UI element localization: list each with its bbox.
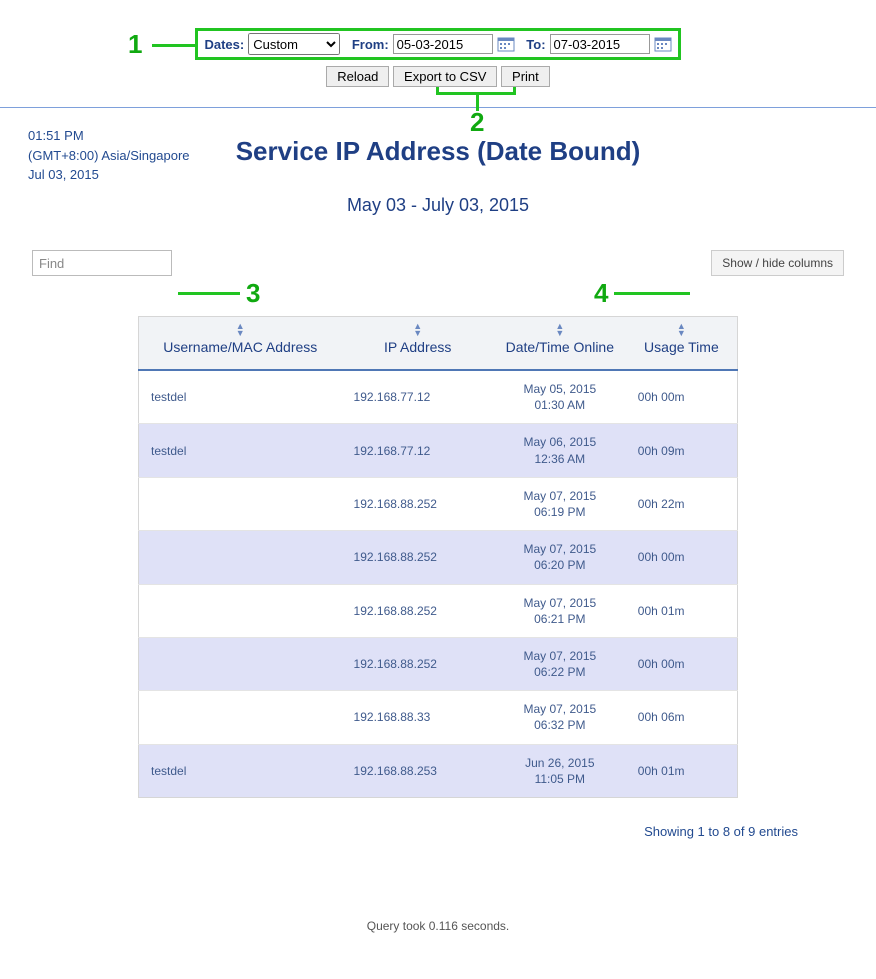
table-row: 192.168.88.252May 07, 201506:22 PM00h 00…: [139, 637, 738, 690]
meta-timezone: (GMT+8:00) Asia/Singapore: [28, 146, 190, 166]
cell-username: [139, 531, 342, 584]
print-button[interactable]: Print: [501, 66, 550, 87]
cell-usage: 00h 22m: [626, 477, 738, 530]
cell-datetime: May 07, 201506:19 PM: [494, 477, 626, 530]
date-filter-row: Dates: Custom From: To:: [195, 28, 680, 60]
query-time: Query took 0.116 seconds.: [0, 919, 876, 951]
cell-ip: 192.168.88.33: [342, 691, 494, 744]
table-row: 192.168.88.252May 07, 201506:21 PM00h 01…: [139, 584, 738, 637]
action-button-row: Reload Export to CSV Print: [0, 66, 876, 87]
cell-username: [139, 637, 342, 690]
table-tools-row: Show / hide columns: [0, 250, 876, 286]
cell-ip: 192.168.88.252: [342, 477, 494, 530]
cell-datetime: May 07, 201506:20 PM: [494, 531, 626, 584]
meta-time: 01:51 PM: [28, 126, 190, 146]
cell-usage: 00h 00m: [626, 637, 738, 690]
cell-usage: 00h 06m: [626, 691, 738, 744]
filter-bar: Dates: Custom From: To: Reload Export to…: [0, 0, 876, 95]
cell-username: [139, 477, 342, 530]
col-header-username[interactable]: ▲▼Username/MAC Address: [139, 317, 342, 371]
col-header-ip[interactable]: ▲▼IP Address: [342, 317, 494, 371]
sort-icon: ▲▼: [555, 323, 564, 337]
cell-username: [139, 584, 342, 637]
cell-usage: 00h 09m: [626, 424, 738, 477]
cell-datetime: May 07, 201506:32 PM: [494, 691, 626, 744]
callout-2-line: [476, 95, 479, 111]
meta-date: Jul 03, 2015: [28, 165, 190, 185]
find-input[interactable]: [32, 250, 172, 276]
sort-icon: ▲▼: [413, 323, 422, 337]
table-row: testdel192.168.77.12May 06, 201512:36 AM…: [139, 424, 738, 477]
cell-ip: 192.168.88.252: [342, 584, 494, 637]
callout-3-line: [178, 292, 240, 295]
table-row: 192.168.88.252May 07, 201506:19 PM00h 22…: [139, 477, 738, 530]
cell-ip: 192.168.88.253: [342, 744, 494, 797]
from-date-input[interactable]: [393, 34, 493, 54]
cell-username: testdel: [139, 424, 342, 477]
table-row: testdel192.168.88.253Jun 26, 201511:05 P…: [139, 744, 738, 797]
entries-info: Showing 1 to 8 of 9 entries: [0, 798, 876, 839]
calendar-icon[interactable]: [654, 35, 672, 53]
col-header-usage[interactable]: ▲▼Usage Time: [626, 317, 738, 371]
divider: [0, 107, 876, 108]
from-label: From:: [352, 37, 389, 52]
cell-datetime: May 07, 201506:22 PM: [494, 637, 626, 690]
cell-datetime: Jun 26, 201511:05 PM: [494, 744, 626, 797]
cell-usage: 00h 01m: [626, 744, 738, 797]
timestamp-meta: 01:51 PM (GMT+8:00) Asia/Singapore Jul 0…: [28, 126, 190, 185]
sort-icon: ▲▼: [236, 323, 245, 337]
cell-usage: 00h 00m: [626, 531, 738, 584]
reload-button[interactable]: Reload: [326, 66, 389, 87]
show-hide-columns-button[interactable]: Show / hide columns: [711, 250, 844, 276]
cell-username: [139, 691, 342, 744]
dates-label: Dates:: [204, 37, 244, 52]
cell-usage: 00h 01m: [626, 584, 738, 637]
export-csv-button[interactable]: Export to CSV: [393, 66, 497, 87]
cell-ip: 192.168.77.12: [342, 370, 494, 424]
cell-username: testdel: [139, 744, 342, 797]
cell-datetime: May 06, 201512:36 AM: [494, 424, 626, 477]
col-header-datetime[interactable]: ▲▼Date/Time Online: [494, 317, 626, 371]
table-row: testdel192.168.77.12May 05, 201501:30 AM…: [139, 370, 738, 424]
cell-ip: 192.168.77.12: [342, 424, 494, 477]
callout-2: 2: [470, 107, 484, 138]
cell-username: testdel: [139, 370, 342, 424]
table-row: 192.168.88.33May 07, 201506:32 PM00h 06m: [139, 691, 738, 744]
to-label: To:: [526, 37, 545, 52]
results-table: ▲▼Username/MAC Address ▲▼IP Address ▲▼Da…: [138, 316, 738, 798]
cell-datetime: May 07, 201506:21 PM: [494, 584, 626, 637]
cell-ip: 192.168.88.252: [342, 531, 494, 584]
callout-4-line: [614, 292, 690, 295]
cell-usage: 00h 00m: [626, 370, 738, 424]
table-row: 192.168.88.252May 07, 201506:20 PM00h 00…: [139, 531, 738, 584]
calendar-icon[interactable]: [497, 35, 515, 53]
to-date-input[interactable]: [550, 34, 650, 54]
cell-datetime: May 05, 201501:30 AM: [494, 370, 626, 424]
sort-icon: ▲▼: [677, 323, 686, 337]
dates-select[interactable]: Custom: [248, 33, 340, 55]
date-range-subtitle: May 03 - July 03, 2015: [0, 195, 876, 216]
cell-ip: 192.168.88.252: [342, 637, 494, 690]
